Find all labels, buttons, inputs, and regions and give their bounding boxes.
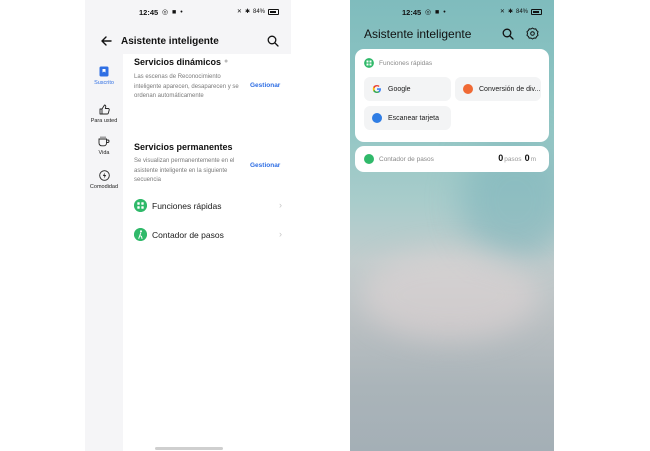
step-counter-values: 0pasos 0m: [498, 153, 539, 163]
nav-label: Comodidad: [89, 184, 119, 190]
nav-item-suscrito[interactable]: Suscrito: [85, 66, 123, 86]
distance-unit: m: [530, 156, 536, 163]
lightning-icon: [98, 170, 110, 181]
nav-item-comodidad[interactable]: Comodidad: [85, 170, 123, 190]
quick-button-label: Escanear tarjeta: [388, 114, 439, 122]
step-counter-card[interactable]: Contador de pasos 0pasos 0m: [355, 146, 549, 172]
thumbs-up-icon: [99, 104, 110, 115]
bluetooth-icon: ✱: [244, 9, 250, 15]
notification-icons: ◎ ■ •: [162, 9, 184, 16]
mute-icon: ✕: [499, 9, 505, 15]
back-arrow-icon[interactable]: [99, 34, 113, 48]
gear-icon[interactable]: [526, 27, 539, 40]
home-indicator[interactable]: [155, 447, 223, 450]
step-counter-header: Contador de pasos: [364, 154, 434, 164]
nav-label: Vida: [98, 150, 110, 156]
google-icon: [372, 85, 381, 93]
nav-label: Suscrito: [94, 80, 114, 86]
currency-conversion-icon: [463, 84, 473, 94]
battery-percent: 84%: [515, 8, 528, 15]
quick-functions-icon: [364, 58, 374, 68]
app-header: Asistente inteligente: [350, 27, 554, 43]
search-icon[interactable]: [267, 35, 279, 47]
status-time: 12:45: [139, 8, 159, 17]
quick-functions-icon: [134, 199, 147, 212]
nav-item-para-usted[interactable]: Para usted: [85, 104, 123, 124]
walking-icon: [134, 228, 147, 241]
permanent-services-description: Se visualizan permanentemente en el asis…: [134, 158, 235, 183]
quick-button-label: Google: [388, 85, 411, 93]
service-label: Funciones rápidas: [152, 201, 222, 211]
bookmark-icon: [99, 66, 109, 77]
dynamic-services-description: Las escenas de Reconocimiento inteligent…: [134, 74, 239, 99]
chevron-right-icon: ›: [279, 200, 282, 210]
quick-button-label: Conversión de div...: [479, 85, 541, 93]
dynamic-services-title: Servicios dinámicos ●: [134, 57, 228, 67]
right-phone-screen: 12:45 ◎ ■ • ✕ ✱ 84% Asistente inteligent…: [350, 0, 554, 451]
service-row-contador-de-pasos[interactable]: Contador de pasos ›: [134, 227, 282, 243]
system-icons: ✕ ✱ 84%: [237, 8, 279, 15]
manage-dynamic-button[interactable]: Gestionar: [250, 82, 280, 89]
left-phone-screen: 12:45 ◎ ■ • ✕ ✱ 84% Asistente inteligent…: [85, 0, 291, 451]
nav-item-vida[interactable]: Vida: [85, 136, 123, 156]
notification-icons: ◎ ■ •: [425, 9, 447, 16]
battery-percent: 84%: [252, 8, 265, 15]
quick-button-scan-card[interactable]: Escanear tarjeta: [364, 106, 451, 130]
battery-icon: [268, 8, 279, 15]
system-icons: ✕ ✱ 84%: [500, 8, 542, 15]
permanent-services-title: Servicios permanentes: [134, 142, 233, 152]
scan-card-icon: [372, 113, 382, 123]
service-label: Contador de pasos: [152, 230, 224, 240]
status-bar: 12:45 ◎ ■ • ✕ ✱ 84%: [85, 7, 291, 19]
quick-functions-header: Funciones rápidas: [364, 58, 432, 68]
info-dot-icon: ●: [224, 58, 229, 65]
bluetooth-icon: ✱: [507, 9, 513, 15]
service-row-funciones-rapidas[interactable]: Funciones rápidas ›: [134, 198, 282, 214]
steps-unit: pasos: [504, 156, 522, 163]
card-header-text: Contador de pasos: [379, 155, 434, 163]
section-title-text: Servicios dinámicos: [134, 57, 222, 67]
quick-button-google[interactable]: Google: [364, 77, 451, 101]
manage-permanent-button[interactable]: Gestionar: [250, 162, 280, 169]
app-header: Asistente inteligente: [85, 34, 291, 50]
quick-button-conversion[interactable]: Conversión de div...: [455, 77, 541, 101]
steps-value: 0: [498, 153, 504, 163]
nav-label: Para usted: [90, 118, 118, 124]
coffee-cup-icon: [98, 136, 110, 147]
status-time: 12:45: [402, 8, 422, 17]
distance-value: 0: [524, 153, 530, 163]
page-title: Asistente inteligente: [121, 36, 219, 47]
page-title: Asistente inteligente: [364, 27, 472, 41]
wallpaper-blur: [360, 250, 540, 340]
card-header-text: Funciones rápidas: [379, 59, 433, 67]
battery-icon: [531, 8, 542, 15]
search-icon[interactable]: [502, 28, 514, 40]
walking-icon: [364, 154, 374, 164]
mute-icon: ✕: [236, 9, 242, 15]
status-bar: 12:45 ◎ ■ • ✕ ✱ 84%: [350, 7, 554, 19]
chevron-right-icon: ›: [279, 229, 282, 239]
quick-functions-card: Funciones rápidas Google Conversión de d…: [355, 49, 549, 142]
services-panel: Servicios dinámicos ● Las escenas de Reco…: [123, 54, 291, 451]
